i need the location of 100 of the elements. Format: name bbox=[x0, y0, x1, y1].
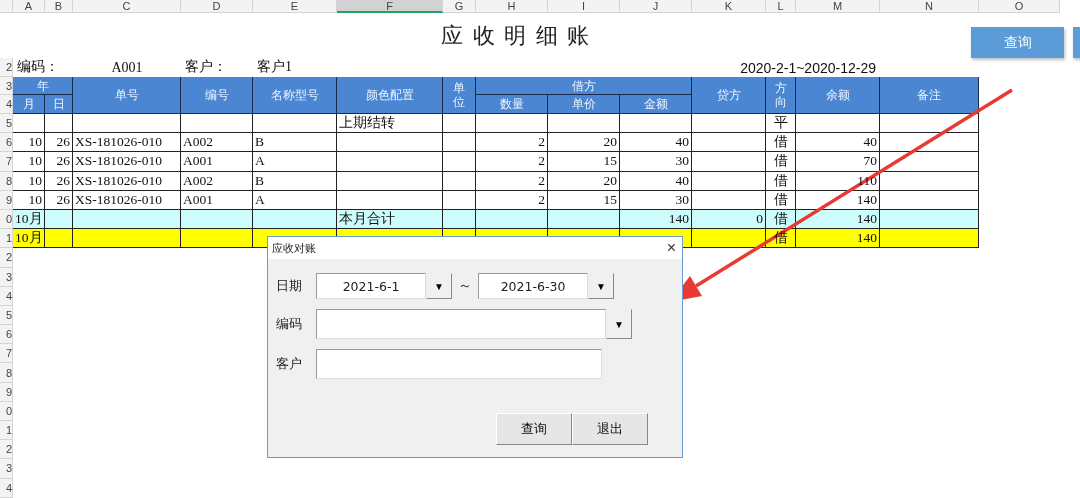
table-cell: 40 bbox=[620, 133, 692, 153]
table-cell: 26 bbox=[45, 171, 73, 191]
table-cell: XS-181026-010 bbox=[73, 190, 181, 210]
column-header[interactable]: G bbox=[443, 0, 476, 13]
table-header: 金额 bbox=[620, 95, 692, 114]
date-from-field[interactable]: 2021-6-1 bbox=[316, 273, 426, 299]
column-header[interactable]: J bbox=[620, 0, 692, 13]
dropdown-button[interactable]: ▼ bbox=[588, 273, 614, 299]
table-header: 编号 bbox=[181, 77, 253, 114]
table-cell bbox=[443, 133, 476, 153]
row-number: 1 bbox=[0, 229, 13, 249]
table-cell bbox=[45, 229, 73, 249]
code-label: 编码 bbox=[276, 315, 303, 333]
table-header: 数量 bbox=[476, 95, 548, 114]
table-cell bbox=[443, 152, 476, 172]
row-number: 8 bbox=[0, 363, 13, 383]
column-header[interactable]: A bbox=[13, 0, 45, 13]
sheet-title: 应 收 明 细 账 bbox=[440, 21, 592, 50]
table-header: 单号 bbox=[73, 77, 181, 114]
dropdown-button[interactable]: ▼ bbox=[426, 273, 452, 299]
table-header: 颜色配置 bbox=[337, 77, 443, 114]
table-cell: 10 bbox=[13, 171, 45, 191]
table-cell: 26 bbox=[45, 133, 73, 153]
customer-label: 客户 bbox=[276, 355, 303, 373]
column-header[interactable]: B bbox=[45, 0, 73, 13]
table-cell: A bbox=[253, 152, 337, 172]
customer-label: 客户： bbox=[184, 58, 228, 76]
table-header: 名称型号 bbox=[253, 77, 337, 114]
table-cell: 10月 bbox=[13, 229, 45, 249]
query-button[interactable]: 查询 bbox=[496, 413, 572, 445]
customer-field[interactable] bbox=[316, 349, 602, 379]
column-header[interactable]: F bbox=[337, 0, 443, 13]
table-cell bbox=[443, 114, 476, 134]
table-cell: 借 bbox=[766, 152, 796, 172]
table-cell bbox=[45, 209, 73, 230]
table-cell: A001 bbox=[181, 190, 253, 210]
date-label: 日期 bbox=[276, 277, 303, 295]
table-cell: 40 bbox=[796, 133, 880, 153]
code-field[interactable] bbox=[316, 309, 606, 339]
table-cell: 10 bbox=[13, 133, 45, 153]
table-cell: 平 bbox=[766, 114, 796, 134]
column-header[interactable]: L bbox=[766, 0, 796, 13]
exit-button[interactable]: 退出 bbox=[572, 413, 648, 445]
row-number: 2 bbox=[0, 440, 13, 460]
table-cell bbox=[181, 229, 253, 249]
row-number: 6 bbox=[0, 325, 13, 345]
row-number: 4 bbox=[0, 95, 13, 114]
table-cell: 借 bbox=[766, 171, 796, 191]
table-cell: 26 bbox=[45, 190, 73, 210]
table-cell bbox=[45, 114, 73, 134]
table-header: 年 bbox=[13, 77, 73, 95]
table-header: 余额 bbox=[796, 77, 880, 114]
table-cell: B bbox=[253, 133, 337, 153]
table-cell: 30 bbox=[620, 152, 692, 172]
dropdown-button[interactable]: ▼ bbox=[606, 309, 632, 339]
table-cell: B bbox=[253, 171, 337, 191]
column-header[interactable]: M bbox=[796, 0, 880, 13]
table-cell: 2 bbox=[476, 171, 548, 191]
table-cell bbox=[181, 209, 253, 230]
table-cell: 借 bbox=[766, 229, 796, 249]
table-cell: 15 bbox=[548, 190, 620, 210]
table-cell: A001 bbox=[181, 152, 253, 172]
table-cell: 15 bbox=[548, 152, 620, 172]
column-header[interactable]: D bbox=[181, 0, 253, 13]
column-header[interactable]: K bbox=[692, 0, 766, 13]
table-cell: 本月合计 bbox=[337, 209, 443, 230]
column-header[interactable]: E bbox=[253, 0, 337, 13]
table-cell: 30 bbox=[620, 190, 692, 210]
date-to-field[interactable]: 2021-6-30 bbox=[478, 273, 588, 299]
table-cell: 70 bbox=[796, 152, 880, 172]
dialog-title: 应收对账 bbox=[272, 240, 316, 256]
table-header: 方向 bbox=[766, 77, 796, 114]
column-header[interactable]: C bbox=[73, 0, 181, 13]
row-number: 2 bbox=[0, 58, 13, 77]
table-header: 备注 bbox=[880, 77, 979, 114]
column-header[interactable]: O bbox=[979, 0, 1060, 13]
row-number: 1 bbox=[0, 421, 13, 441]
table-cell bbox=[548, 114, 620, 134]
column-header[interactable]: H bbox=[476, 0, 548, 13]
table-cell: A002 bbox=[181, 133, 253, 153]
table-header: 贷方 bbox=[692, 77, 766, 114]
row-number: 2 bbox=[0, 248, 13, 268]
table-cell: 40 bbox=[620, 171, 692, 191]
code-value: A001 bbox=[110, 59, 144, 77]
row-number: 3 bbox=[0, 77, 13, 95]
tilde: ～ bbox=[458, 277, 472, 295]
table-cell: 10 bbox=[13, 152, 45, 172]
table-cell bbox=[476, 114, 548, 134]
table-cell: 2 bbox=[476, 190, 548, 210]
column-header[interactable]: N bbox=[880, 0, 979, 13]
row-number: 6 bbox=[0, 133, 13, 153]
table-cell: 2 bbox=[476, 133, 548, 153]
row-number: 3 bbox=[0, 459, 13, 479]
column-header[interactable]: I bbox=[548, 0, 620, 13]
table-cell: A bbox=[253, 190, 337, 210]
close-button[interactable]: × bbox=[666, 240, 676, 256]
table-cell bbox=[548, 209, 620, 230]
table-cell: 26 bbox=[45, 152, 73, 172]
table-header: 月 bbox=[13, 95, 45, 114]
table-cell bbox=[620, 114, 692, 134]
